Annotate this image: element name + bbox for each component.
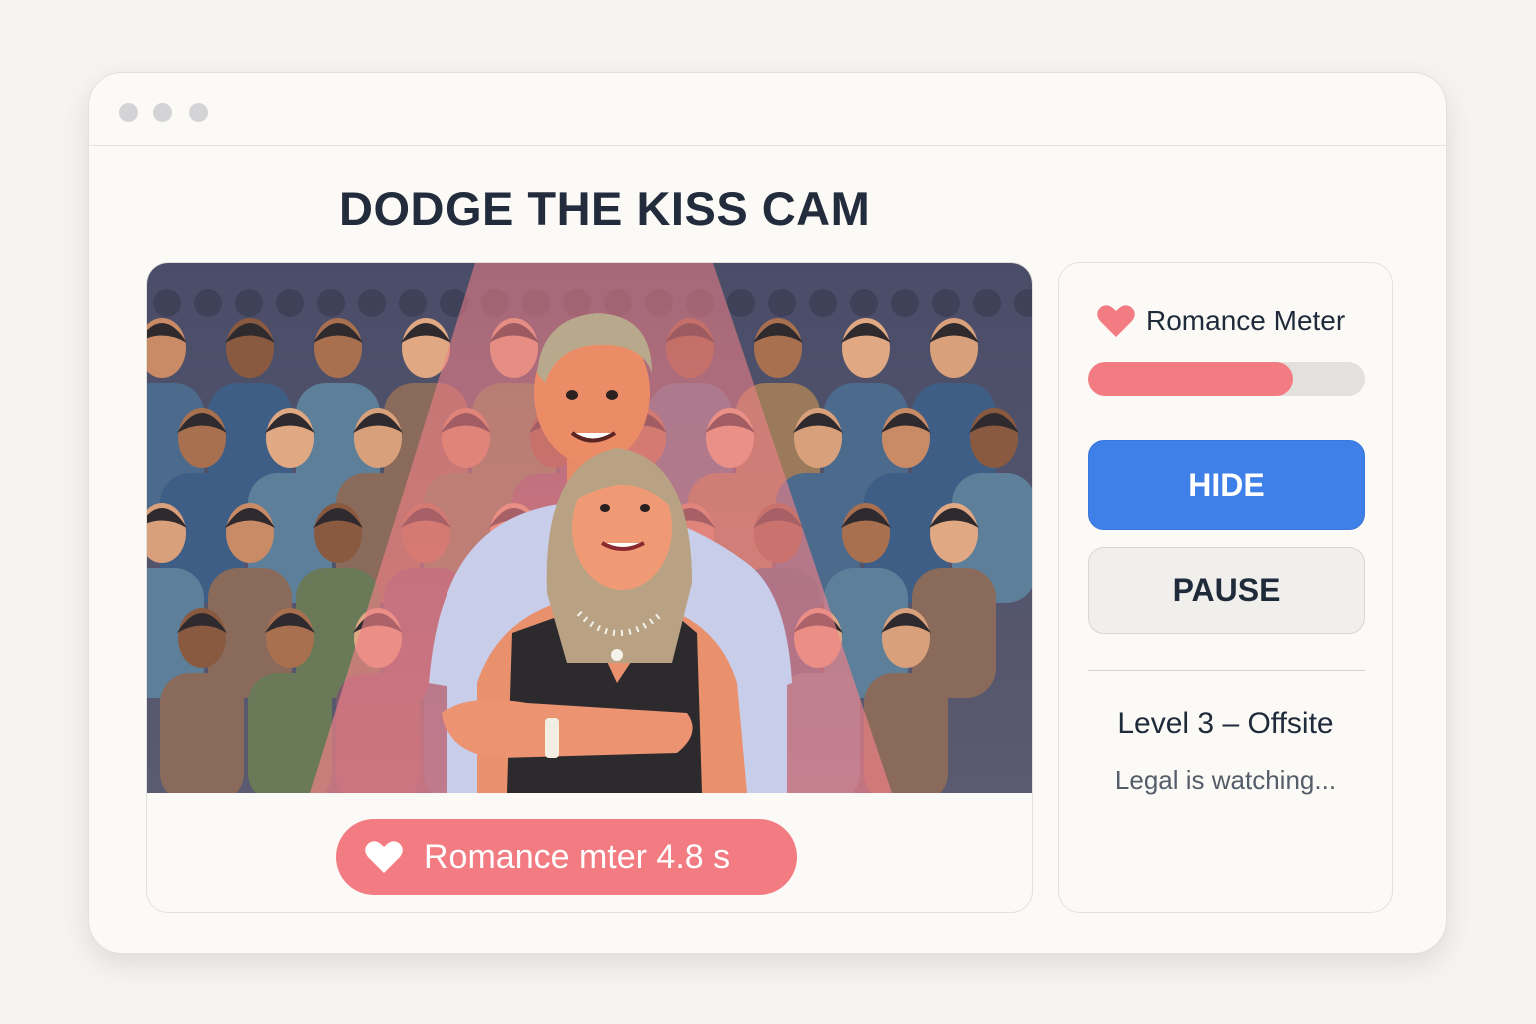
crowd-silhouette — [973, 289, 1001, 317]
romance-meter-fill — [1088, 362, 1293, 396]
game-window: DODGE THE KISS CAM Romance mter 4.8 s Ro… — [88, 72, 1447, 954]
crowd-silhouette — [399, 289, 427, 317]
sidebar-panel: Romance Meter HIDE PAUSE Level 3 – Offsi… — [1058, 262, 1393, 913]
romance-meter-header: Romance Meter — [1096, 303, 1345, 339]
romance-timer-text: Romance mter 4.8 s — [424, 837, 731, 876]
heart-icon — [1097, 305, 1135, 337]
window-dot-close[interactable] — [119, 103, 138, 122]
status-text: Legal is watching... — [1114, 765, 1337, 795]
title-bar — [89, 73, 1446, 146]
crowd-silhouette — [727, 289, 755, 317]
heart-icon — [365, 841, 403, 873]
game-title: DODGE THE KISS CAM — [339, 182, 871, 235]
crowd-silhouette — [891, 289, 919, 317]
romance-meter-label: Romance Meter — [1146, 305, 1346, 336]
window-dot-maximize[interactable] — [189, 103, 208, 122]
romance-timer-pill: Romance mter 4.8 s — [336, 819, 797, 895]
hide-button[interactable]: HIDE — [1088, 440, 1365, 530]
pause-button[interactable]: PAUSE — [1088, 547, 1365, 634]
kiss-cam-scene[interactable] — [147, 263, 1033, 793]
crowd-silhouette — [809, 289, 837, 317]
crowd-silhouette — [850, 289, 878, 317]
crowd-silhouette — [358, 289, 386, 317]
crowd-silhouette — [235, 289, 263, 317]
crowd-silhouette — [194, 289, 222, 317]
crowd-silhouette — [317, 289, 345, 317]
crowd-silhouette — [768, 289, 796, 317]
game-panel: Romance mter 4.8 s — [146, 262, 1033, 913]
crowd-silhouette — [276, 289, 304, 317]
romance-meter-bar — [1088, 362, 1365, 396]
crowd-silhouette — [932, 289, 960, 317]
window-dot-minimize[interactable] — [153, 103, 172, 122]
divider — [1088, 670, 1365, 671]
level-indicator: Level 3 – Offsite — [1117, 707, 1334, 740]
crowd-silhouette — [153, 289, 181, 317]
